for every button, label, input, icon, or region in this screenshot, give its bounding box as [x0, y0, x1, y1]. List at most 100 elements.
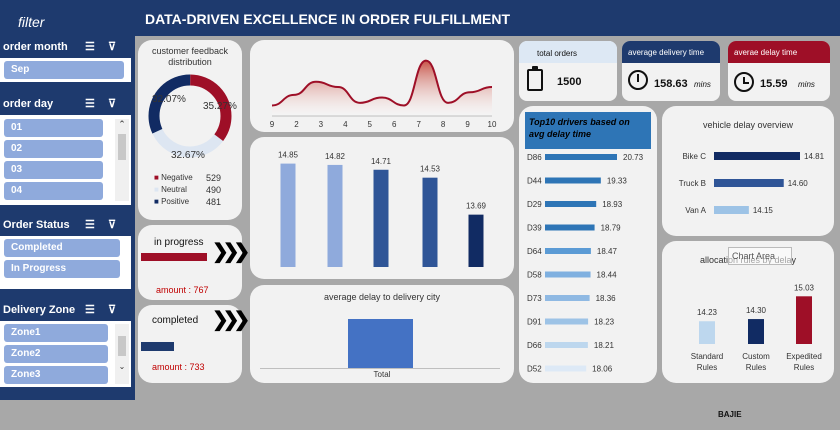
clear-filter-icon[interactable]: ⊽ — [108, 40, 116, 53]
slicer-item[interactable]: Zone2 — [4, 345, 108, 363]
slicer-order-day: order day ☰ ⊽ 01 02 03 04 ⌃ — [0, 93, 131, 205]
legend-dot-icon: ■ — [154, 197, 159, 206]
driver-bar — [545, 271, 591, 278]
arrow-right-icon: ❯❯❯ — [212, 241, 250, 263]
slicer-item[interactable]: In Progress — [4, 260, 120, 278]
slicer-order-day-header: order day ☰ ⊽ — [0, 93, 131, 115]
driver-value-label: 18.44 — [597, 271, 618, 280]
bar-value-label: 14.71 — [371, 157, 392, 166]
slicer-item[interactable]: Zone1 — [4, 324, 108, 342]
feedback-legend: ■ Negative 529 ■ Neutral 490 ■ Positive 481 — [154, 172, 234, 208]
scroll-thumb[interactable] — [118, 134, 126, 160]
kpi-total-orders-label: total orders — [519, 41, 617, 63]
legend-value: 481 — [206, 197, 222, 207]
vehicle-label: Bike C — [682, 152, 706, 161]
city-bar-total — [348, 319, 413, 368]
driver-label: D86 — [527, 153, 542, 162]
bar — [280, 163, 296, 267]
driver-bar — [545, 342, 588, 348]
allocation-tick-label: Rules — [746, 363, 766, 372]
bar — [422, 177, 438, 267]
clock-icon — [734, 72, 754, 92]
pct-neutral: 32.67% — [171, 150, 205, 161]
allocation-tick-label: Custom — [742, 352, 770, 361]
delay-trend-card: 9 2 3 4 5 6 7 8 9 10 — [250, 40, 514, 132]
driver-bar — [545, 365, 587, 372]
slicer-item[interactable]: Completed — [4, 239, 120, 257]
vehicle-bar — [714, 152, 800, 160]
clear-filter-icon[interactable]: ⊽ — [108, 97, 116, 110]
vehicle-value-label: 14.81 — [804, 152, 825, 161]
kpi-avg-delivery: average delivery time 158.63 mins — [622, 41, 720, 101]
vehicle-delay-chart: Bike C 14.81 Truck B 14.60 Van A 14.15 — [679, 152, 825, 215]
city-axis-line — [260, 368, 500, 369]
completed-label: completed — [152, 315, 199, 326]
slicer-order-status: Order Status ☰ ⊽ Completed In Progress — [0, 214, 131, 289]
allocation-bar — [748, 319, 764, 344]
bar-value-label: 14.85 — [278, 151, 299, 160]
driver-bar — [545, 177, 601, 184]
kpi-avg-delay-value: 15.59 — [760, 78, 788, 90]
scroll-down-icon[interactable]: ⌄ — [115, 362, 129, 371]
scroll-thumb[interactable] — [118, 336, 126, 356]
slicer-delivery-zone: Delivery Zone ☰ ⊽ Zone1 Zone2 Zone3 ⌄ — [0, 299, 131, 387]
in-progress-bar — [141, 253, 207, 261]
allocation-tick-label: Expedited — [786, 352, 822, 361]
driver-value-label: 18.93 — [602, 200, 623, 209]
multi-select-icon[interactable]: ☰ — [85, 40, 95, 53]
scroll-up-icon[interactable]: ⌃ — [115, 119, 129, 130]
delay-bar-chart: 14.85 14.82 14.71 14.53 13.69 — [278, 151, 487, 267]
slicer-item[interactable]: 03 — [4, 161, 103, 179]
slicer-item[interactable]: Sep — [4, 61, 124, 79]
pct-negative: 35.27% — [203, 101, 237, 112]
legend-neutral: ■ Neutral 490 — [154, 184, 234, 196]
x-tick-label: 8 — [441, 120, 446, 129]
vehicle-label: Van A — [685, 206, 706, 215]
slicer-scrollbar[interactable]: ⌃ — [115, 119, 129, 201]
driver-label: D44 — [527, 177, 542, 186]
driver-value-label: 18.06 — [592, 365, 613, 374]
kpi-avg-delay: averae delay time 15.59 mins — [728, 41, 830, 101]
slicer-item[interactable]: 02 — [4, 140, 103, 158]
allocation-bar — [796, 296, 812, 344]
bar — [327, 164, 343, 267]
driver-bar — [545, 248, 591, 254]
slicer-scrollbar[interactable]: ⌄ — [115, 324, 129, 384]
completed-amount: amount : 733 — [152, 362, 205, 372]
multi-select-icon[interactable]: ☰ — [85, 218, 95, 231]
in-progress-label: in progress — [154, 237, 204, 248]
slicer-item[interactable]: 04 — [4, 182, 103, 200]
allocation-tick-label: Standard — [691, 352, 723, 361]
allocation-value-label: 14.30 — [746, 306, 767, 315]
driver-bar — [545, 224, 595, 231]
bar-value-label: 14.82 — [325, 152, 346, 161]
driver-value-label: 18.36 — [596, 294, 617, 303]
multi-select-icon[interactable]: ☰ — [85, 97, 95, 110]
x-tick-label: 4 — [343, 120, 348, 129]
kpi-total-orders-value: 1500 — [557, 76, 582, 88]
x-tick-label: 7 — [416, 120, 421, 129]
slicer-item[interactable]: 01 — [4, 119, 103, 137]
slicer-item[interactable]: Zone3 — [4, 366, 108, 384]
vehicle-value-label: 14.60 — [788, 179, 809, 188]
vehicle-value-label: 14.15 — [753, 206, 774, 215]
delay-bar-card: 14.85 14.82 14.71 14.53 13.69 — [250, 137, 514, 279]
feedback-card: customer feedback distribution 35.27% 32… — [138, 40, 242, 220]
driver-label: D66 — [527, 341, 542, 350]
multi-select-icon[interactable]: ☰ — [85, 303, 95, 316]
top-drivers-chart: D86 20.73 D44 19.33 D29 18.93 D39 18.79 D64 18.47… — [527, 153, 644, 374]
allocation-tick-label: Rules — [697, 363, 717, 372]
city-delay-card: average delay to delivery city Total — [250, 285, 514, 383]
stopwatch-icon — [628, 70, 648, 90]
completed-card: completed ❯❯❯ amount : 733 — [138, 305, 250, 383]
driver-label: D39 — [527, 224, 542, 233]
driver-bar — [545, 295, 590, 301]
allocation-bar — [699, 321, 715, 344]
x-tick-label: 6 — [392, 120, 397, 129]
driver-label: D29 — [527, 200, 542, 209]
clear-filter-icon[interactable]: ⊽ — [108, 218, 116, 231]
x-tick-label: 3 — [319, 120, 324, 129]
legend-label: Negative — [161, 173, 193, 182]
legend-negative: ■ Negative 529 — [154, 172, 234, 184]
clear-filter-icon[interactable]: ⊽ — [108, 303, 116, 316]
